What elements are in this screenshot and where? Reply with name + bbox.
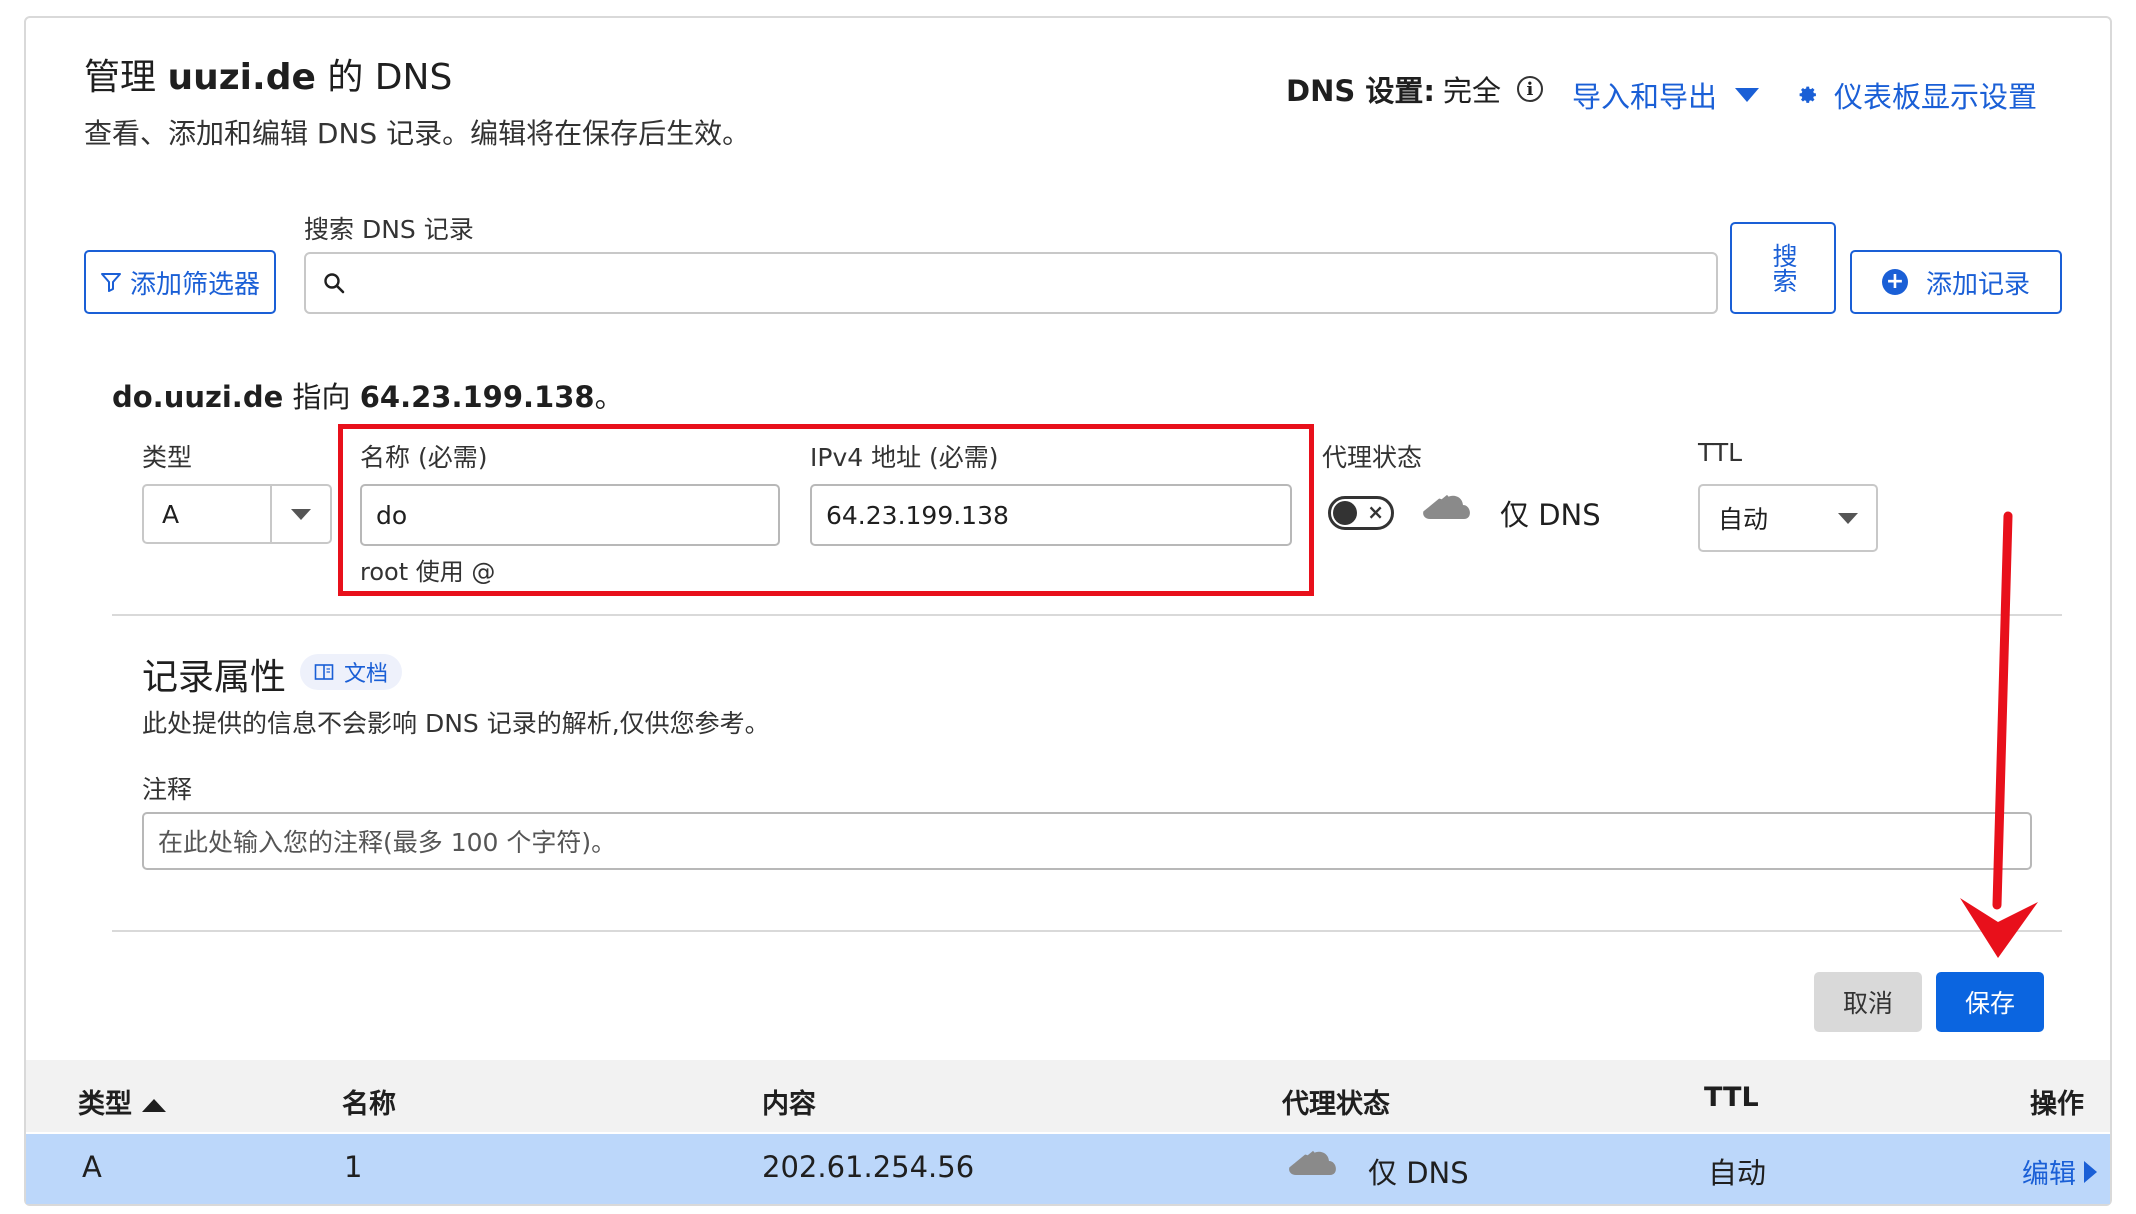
dashboard-display-settings-link[interactable]: 仪表板显示设置 [1796, 74, 2037, 116]
cancel-button[interactable]: 取消 [1814, 972, 1922, 1032]
column-header-ttl: TTL [1704, 1082, 1759, 1113]
close-icon: × [1367, 500, 1384, 524]
records-table-header [26, 1060, 2110, 1132]
column-header-type-label: 类型 [78, 1089, 132, 1120]
page-subtitle: 查看、添加和编辑 DNS 记录。编辑将在保存后生效。 [84, 117, 751, 150]
row-type: A [82, 1150, 102, 1184]
search-input[interactable] [356, 268, 1716, 298]
column-header-type[interactable]: 类型 [78, 1082, 166, 1121]
add-filter-label: 添加筛选器 [129, 269, 260, 300]
ipv4-field[interactable]: 64.23.199.138 [810, 484, 1292, 546]
section-divider [112, 614, 2062, 616]
type-select[interactable]: A [142, 484, 332, 544]
red-arrow-annotation [1960, 511, 2038, 958]
title-prefix: 管理 [84, 57, 157, 98]
proxy-toggle[interactable]: × [1328, 496, 1394, 530]
title-domain: uuzi.de [167, 57, 316, 98]
row-content: 202.61.254.56 [762, 1150, 975, 1184]
save-button[interactable]: 保存 [1936, 972, 2044, 1032]
points-to-mid: 指向 [292, 380, 351, 414]
section-divider [112, 930, 2062, 932]
plus-circle-icon: + [1881, 269, 1908, 295]
edit-record-link[interactable]: 编辑 [2022, 1152, 2097, 1191]
points-to-host: do.uuzi.de [112, 380, 284, 414]
row-name: 1 [344, 1150, 363, 1184]
add-record-label: 添加记录 [1925, 269, 2030, 300]
import-export-dropdown[interactable]: 导入和导出 [1572, 74, 1760, 116]
record-points-to-summary: do.uuzi.de 指向 64.23.199.138。 [112, 374, 624, 416]
comment-label: 注释 [142, 775, 193, 804]
edit-label: 编辑 [2022, 1159, 2076, 1190]
ttl-select-value: 自动 [1718, 505, 1769, 534]
page-title: 管理 uuzi.de 的 DNS [84, 48, 452, 100]
table-row[interactable] [26, 1134, 2110, 1204]
search-field[interactable] [304, 252, 1718, 314]
type-select-arrow[interactable] [270, 486, 330, 542]
row-proxy-status: 仅 DNS [1368, 1156, 1469, 1190]
sort-ascending-icon [142, 1099, 166, 1112]
type-label: 类型 [142, 443, 193, 472]
ttl-select[interactable]: 自动 [1698, 484, 1878, 552]
search-button-label: 搜索 [1769, 243, 1798, 293]
name-field[interactable]: do [360, 484, 780, 546]
cloud-dns-only-icon [1420, 490, 1470, 519]
name-hint: root 使用 @ [360, 558, 496, 586]
search-button[interactable]: 搜索 [1730, 222, 1836, 314]
chevron-down-icon [1838, 512, 1858, 524]
chevron-right-icon [2084, 1160, 2097, 1183]
points-to-end: 。 [594, 380, 624, 414]
column-header-name: 名称 [342, 1089, 396, 1120]
dns-management-panel [24, 16, 2112, 1206]
dns-setting-label: DNS 设置: [1286, 74, 1435, 108]
dns-setting-status: DNS 设置: 完全 i [1286, 68, 1543, 110]
column-header-content: 内容 [762, 1089, 816, 1120]
type-select-value: A [162, 499, 180, 529]
column-header-actions: 操作 [2030, 1089, 2084, 1120]
filter-icon [100, 273, 121, 292]
caret-down-icon [1735, 88, 1760, 102]
points-to-ip: 64.23.199.138 [359, 380, 595, 414]
docs-link[interactable]: 文档 [300, 654, 403, 690]
dashboard-settings-label: 仪表板显示设置 [1834, 80, 2038, 114]
title-suffix: 的 DNS [327, 57, 453, 98]
add-record-button[interactable]: + 添加记录 [1850, 250, 2062, 314]
ttl-label: TTL [1698, 438, 1743, 467]
proxy-status-value: 仅 DNS [1500, 498, 1601, 532]
row-ttl: 自动 [1708, 1156, 1767, 1190]
docs-label: 文档 [344, 662, 389, 687]
chevron-down-icon [291, 508, 311, 520]
record-properties-description: 此处提供的信息不会影响 DNS 记录的解析,仅供您参考。 [142, 709, 770, 738]
gear-icon [1799, 86, 1816, 103]
ipv4-label: IPv4 地址 (必需) [810, 443, 999, 472]
search-label: 搜索 DNS 记录 [304, 215, 474, 244]
toggle-knob [1333, 501, 1357, 525]
comment-field[interactable]: 在此处输入您的注释(最多 100 个字符)。 [142, 812, 2032, 870]
add-filter-button[interactable]: 添加筛选器 [84, 250, 276, 314]
record-properties-title: 记录属性 [142, 657, 287, 698]
proxy-status-label: 代理状态 [1322, 443, 1423, 472]
dns-setting-value: 完全 [1442, 74, 1501, 108]
book-icon [314, 664, 334, 680]
cloud-dns-only-icon [1286, 1146, 1336, 1175]
column-header-proxy: 代理状态 [1282, 1089, 1390, 1120]
import-export-label: 导入和导出 [1572, 80, 1718, 114]
search-icon [324, 273, 345, 294]
name-label: 名称 (必需) [360, 443, 488, 472]
info-icon[interactable]: i [1516, 76, 1543, 102]
